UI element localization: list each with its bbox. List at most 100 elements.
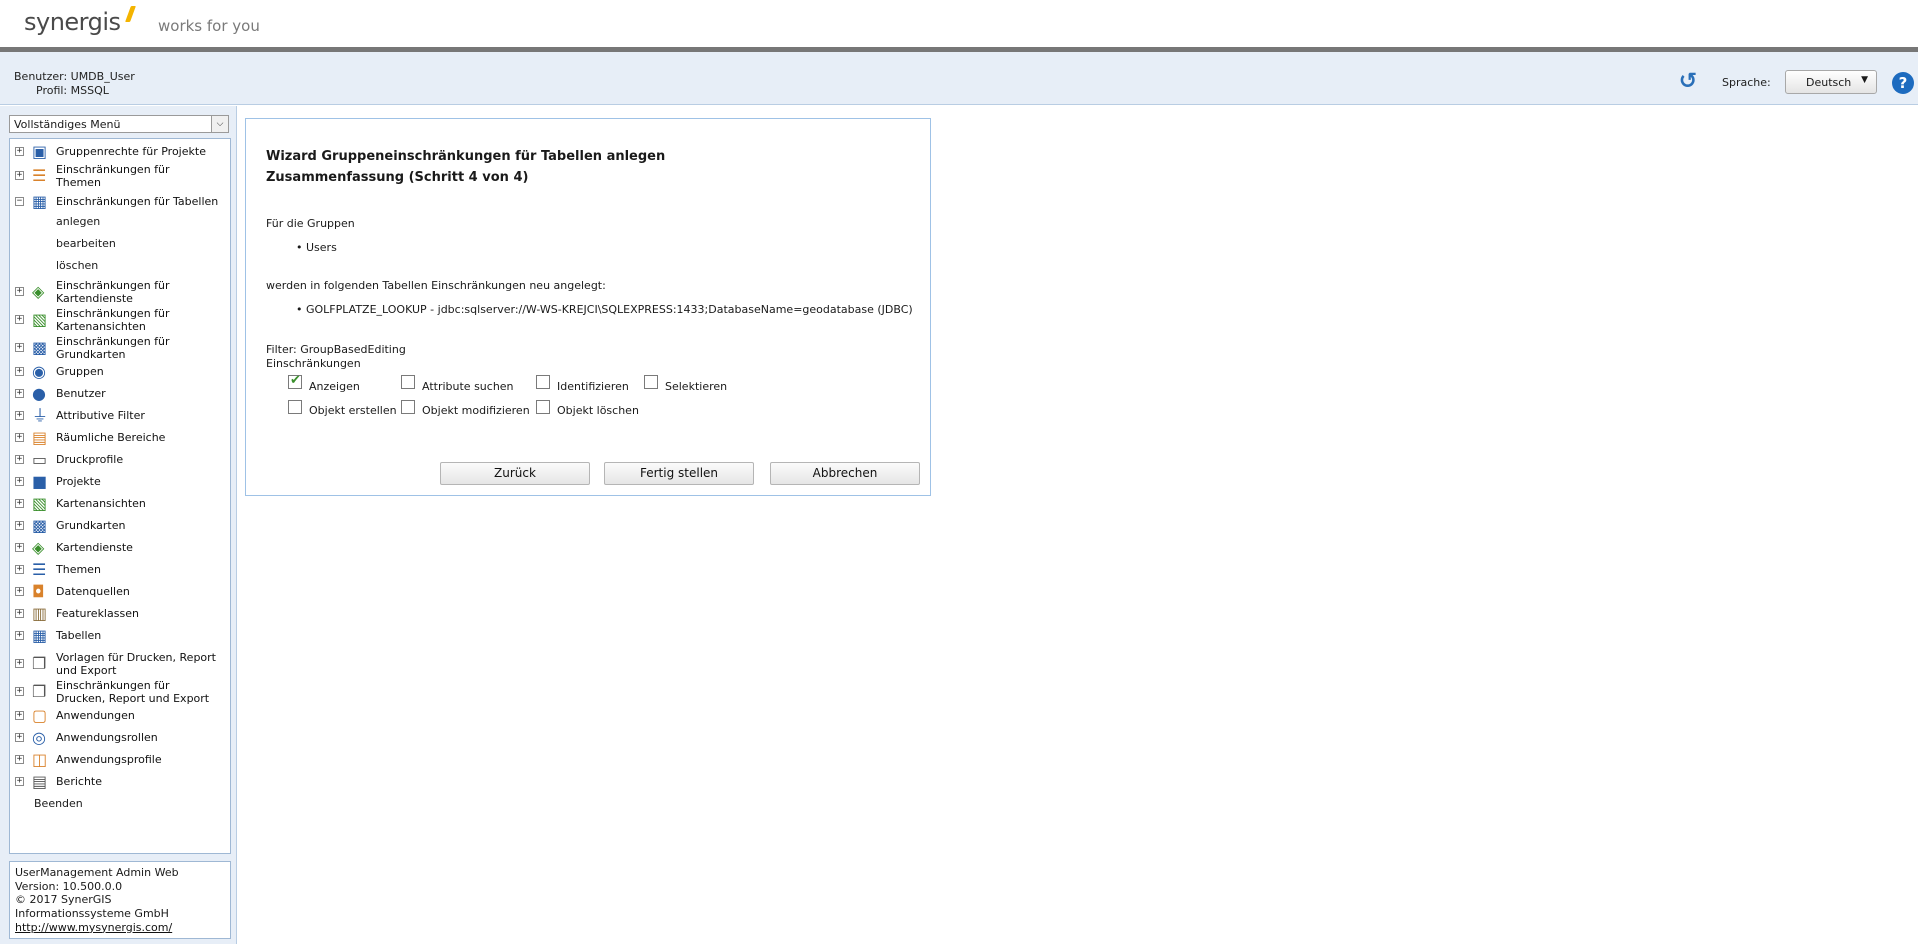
sidebar-item[interactable]: + ◈ Einschränkungen für Kartendienste xyxy=(10,279,230,305)
sidebar-item[interactable]: + ▭ Druckprofile xyxy=(10,451,230,469)
cancel-button[interactable]: Abbrechen xyxy=(770,462,920,485)
sidebar-item[interactable]: + ▩ Grundkarten xyxy=(10,517,230,535)
sidebar-item[interactable]: + ☰ Themen xyxy=(10,561,230,579)
expand-icon[interactable]: + xyxy=(15,433,24,442)
sidebar-item[interactable]: − ▦ Einschränkungen für Tabellen xyxy=(10,193,230,211)
restriction-checkbox[interactable] xyxy=(288,373,302,389)
featureclass-icon: ▥ xyxy=(32,604,48,623)
expand-icon[interactable]: + xyxy=(15,477,24,486)
expand-icon[interactable]: + xyxy=(15,389,24,398)
restriction-checkbox[interactable] xyxy=(401,375,415,389)
sidebar-item[interactable]: + ▧ Kartenansichten xyxy=(10,495,230,513)
application-roles-icon: ◎ xyxy=(32,728,46,747)
sidebar-item[interactable]: + ▤ Räumliche Bereiche xyxy=(10,429,230,447)
restriction-checkbox[interactable] xyxy=(644,375,658,389)
groups-intro: Für die Gruppen xyxy=(266,217,355,230)
themes-icon: ☰ xyxy=(32,560,47,579)
sidebar-item[interactable]: + ◘ Datenquellen xyxy=(10,583,230,601)
restriction-checkbox-label: Anzeigen xyxy=(309,380,360,393)
menu-select[interactable]: Vollständiges Menü ⌵ xyxy=(9,115,229,133)
restriction-checkbox[interactable] xyxy=(401,400,415,414)
expand-icon[interactable]: + xyxy=(15,631,24,640)
sidebar-item-label: Anwendungen xyxy=(56,709,135,722)
profile-label: Profil: MSSQL xyxy=(36,84,109,97)
sidebar-item[interactable]: + ▣ Gruppenrechte für Projekte xyxy=(10,143,230,161)
wizard-step-title: Zusammenfassung (Schritt 4 von 4) xyxy=(266,170,529,185)
expand-icon[interactable]: + xyxy=(15,287,24,296)
sidebar-item[interactable]: + ◈ Kartendienste xyxy=(10,539,230,557)
expand-icon[interactable]: + xyxy=(15,587,24,596)
print-restrictions-icon: ❐ xyxy=(32,682,47,701)
chevron-down-icon: ▼ xyxy=(1861,75,1868,85)
sidebar-item-label: Einschränkungen für Kartenansichten xyxy=(56,307,170,333)
expand-icon[interactable]: + xyxy=(15,659,24,668)
sidebar-item-label: Vorlagen für Drucken, Report und Export xyxy=(56,651,216,677)
sidebar-item[interactable]: + ▧ Einschränkungen für Kartenansichten xyxy=(10,307,230,333)
language-select[interactable]: Deutsch ▼ xyxy=(1785,70,1877,94)
expand-icon[interactable]: + xyxy=(15,733,24,742)
expand-icon[interactable]: + xyxy=(15,171,24,180)
expand-icon[interactable]: + xyxy=(15,755,24,764)
expand-icon[interactable]: + xyxy=(15,565,24,574)
sidebar-item[interactable]: + ⏚ Attributive Filter xyxy=(10,407,230,425)
back-button[interactable]: Zurück xyxy=(440,462,590,485)
basemap-icon: ▩ xyxy=(32,516,48,535)
sidebar-subitem[interactable]: löschen xyxy=(56,259,98,272)
sidebar-item[interactable]: + ❐ Einschränkungen für Drucken, Report un… xyxy=(10,679,230,705)
reports-icon: ▤ xyxy=(32,772,48,791)
language-label: Sprache: xyxy=(1722,76,1771,89)
sidebar-item-label: Einschränkungen für Kartendienste xyxy=(56,279,170,305)
sidebar-item[interactable]: + ▩ Einschränkungen für Grundkarten xyxy=(10,335,230,361)
table-icon: ▦ xyxy=(32,626,48,645)
sidebar-item[interactable]: + ▥ Featureklassen xyxy=(10,605,230,623)
restriction-checkbox[interactable] xyxy=(288,400,302,414)
expand-icon[interactable]: + xyxy=(15,367,24,376)
expand-icon[interactable]: + xyxy=(15,543,24,552)
sidebar-item[interactable]: + ☰ Einschränkungen für Themen xyxy=(10,163,230,189)
sidebar-subitem[interactable]: bearbeiten xyxy=(56,237,116,250)
expand-icon[interactable]: + xyxy=(15,411,24,420)
sidebar-item[interactable]: + ▢ Anwendungen xyxy=(10,707,230,725)
sidebar-item[interactable]: + ■ Projekte xyxy=(10,473,230,491)
application-profiles-icon: ◫ xyxy=(32,750,48,769)
sidebar-item[interactable]: + ◎ Anwendungsrollen xyxy=(10,729,230,747)
expand-icon[interactable]: + xyxy=(15,687,24,696)
collapse-icon[interactable]: − xyxy=(15,197,24,206)
sidebar-item[interactable]: + ❐ Vorlagen für Drucken, Report und Expor… xyxy=(10,651,230,677)
refresh-icon[interactable]: ↺ xyxy=(1677,71,1699,93)
restriction-checkbox[interactable] xyxy=(536,375,550,389)
sidebar-item-label: Grundkarten xyxy=(56,519,126,532)
expand-icon[interactable]: + xyxy=(15,711,24,720)
sidebar-item-label: Berichte xyxy=(56,775,102,788)
sidebar-item-label: Tabellen xyxy=(56,629,102,642)
expand-icon[interactable]: + xyxy=(15,499,24,508)
theme-restrictions-icon: ☰ xyxy=(32,166,47,185)
expand-icon[interactable]: + xyxy=(15,315,24,324)
sidebar-item-label: Anwendungsprofile xyxy=(56,753,162,766)
sidebar-item-label: Druckprofile xyxy=(56,453,124,466)
sidebar-item-label: Gruppenrechte für Projekte xyxy=(56,145,206,158)
website-link[interactable]: http://www.mysynergis.com/ xyxy=(15,921,172,934)
restriction-checkbox[interactable] xyxy=(536,400,550,414)
table-restrictions-icon: ▦ xyxy=(32,192,48,211)
sidebar-item[interactable]: + ● Benutzer xyxy=(10,385,230,403)
sidebar-item[interactable]: + ▤ Berichte xyxy=(10,773,230,791)
expand-icon[interactable]: + xyxy=(15,455,24,464)
sidebar-item[interactable]: + ◫ Anwendungsprofile xyxy=(10,751,230,769)
quit-link[interactable]: Beenden xyxy=(34,797,83,810)
expand-icon[interactable]: + xyxy=(15,343,24,352)
sidebar-subitem[interactable]: anlegen xyxy=(56,215,100,228)
expand-icon[interactable]: + xyxy=(15,521,24,530)
sidebar-item-label: Themen xyxy=(56,563,101,576)
sidebar-item[interactable]: + ▦ Tabellen xyxy=(10,627,230,645)
table-item: GOLFPLATZE_LOOKUP - jdbc:sqlserver://W-W… xyxy=(296,303,913,316)
sidebar-item[interactable]: + ◉ Gruppen xyxy=(10,363,230,381)
expand-icon[interactable]: + xyxy=(15,147,24,156)
sidebar-item-label: Gruppen xyxy=(56,365,104,378)
finish-button[interactable]: Fertig stellen xyxy=(604,462,754,485)
expand-icon[interactable]: + xyxy=(15,777,24,786)
expand-icon[interactable]: + xyxy=(15,609,24,618)
sidebar-item-label: Anwendungsrollen xyxy=(56,731,158,744)
help-icon[interactable]: ? xyxy=(1892,72,1914,94)
sidebar-item-label: Einschränkungen für Drucken, Report und … xyxy=(56,679,210,705)
